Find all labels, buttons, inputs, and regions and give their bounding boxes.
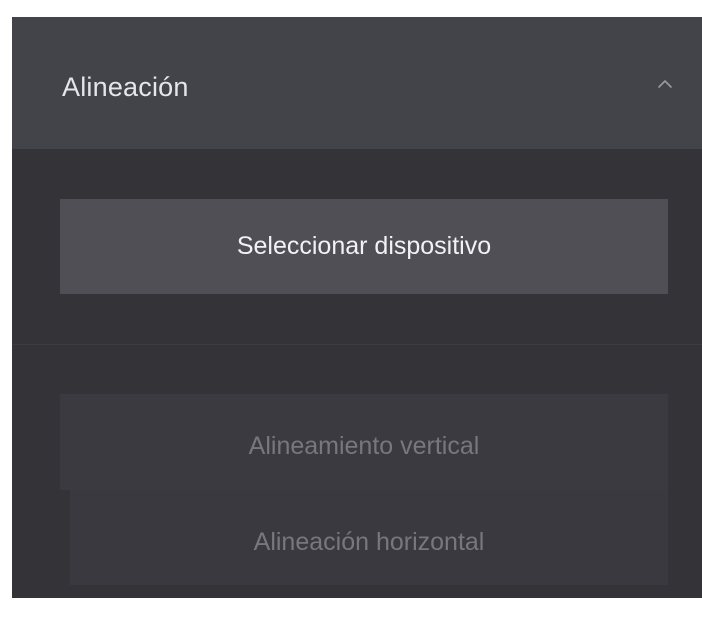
chevron-up-icon[interactable] — [654, 73, 676, 95]
panel-title: Alineación — [62, 72, 189, 102]
divider — [12, 344, 702, 345]
alignment-panel-header[interactable]: Alineación — [12, 17, 702, 149]
alignment-panel: Alineación Seleccionar dispositivo Aline… — [12, 17, 702, 598]
select-device-button[interactable]: Seleccionar dispositivo — [60, 199, 668, 294]
horizontal-alignment-button[interactable]: Alineación horizontal — [70, 490, 668, 585]
vertical-alignment-button[interactable]: Alineamiento vertical — [60, 394, 668, 490]
